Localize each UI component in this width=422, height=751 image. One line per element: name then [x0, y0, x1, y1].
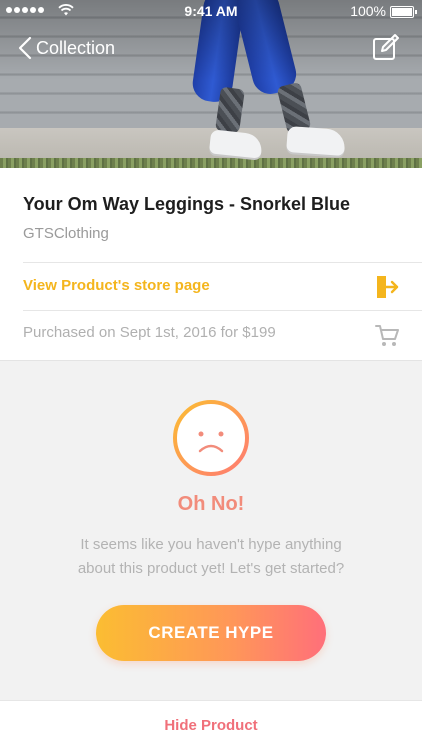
edit-icon[interactable] — [372, 33, 400, 61]
exit-icon[interactable] — [374, 274, 400, 300]
empty-state-message-line1: It seems like you haven't hype anything — [80, 536, 342, 553]
empty-state-panel: Oh No! It seems like you haven't hype an… — [0, 360, 422, 701]
product-hero-image — [0, 0, 422, 168]
back-button[interactable]: Collection — [18, 34, 115, 62]
grass-strip — [0, 158, 422, 168]
hide-product-button[interactable]: Hide Product — [0, 717, 422, 734]
footer-bar: Hide Product — [0, 700, 422, 751]
battery-percentage: 100% — [350, 3, 386, 19]
store-page-row[interactable]: View Product's store page — [0, 263, 422, 310]
product-title: Your Om Way Leggings - Snorkel Blue — [23, 194, 351, 214]
back-label: Collection — [36, 37, 116, 58]
empty-state-heading: Oh No! — [177, 493, 245, 515]
store-page-link[interactable]: View Product's store page — [23, 277, 210, 294]
purchase-info: Purchased on Sept 1st, 2016 for $199 — [23, 324, 276, 341]
empty-state-message-line2: about this product yet! Let's get starte… — [77, 560, 345, 577]
chevron-left-icon — [18, 36, 32, 60]
battery-icon — [390, 6, 417, 18]
status-bar: 9:41 AM 100% — [0, 0, 422, 22]
cart-icon — [375, 325, 399, 346]
purchase-row: Purchased on Sept 1st, 2016 for $199 — [0, 311, 422, 359]
empty-state-message: It seems like you haven't hype anything … — [0, 533, 422, 581]
create-hype-button[interactable]: CREATE HYPE — [96, 605, 326, 661]
product-brand: GTSClothing — [23, 225, 109, 242]
sad-face-icon — [173, 400, 249, 476]
